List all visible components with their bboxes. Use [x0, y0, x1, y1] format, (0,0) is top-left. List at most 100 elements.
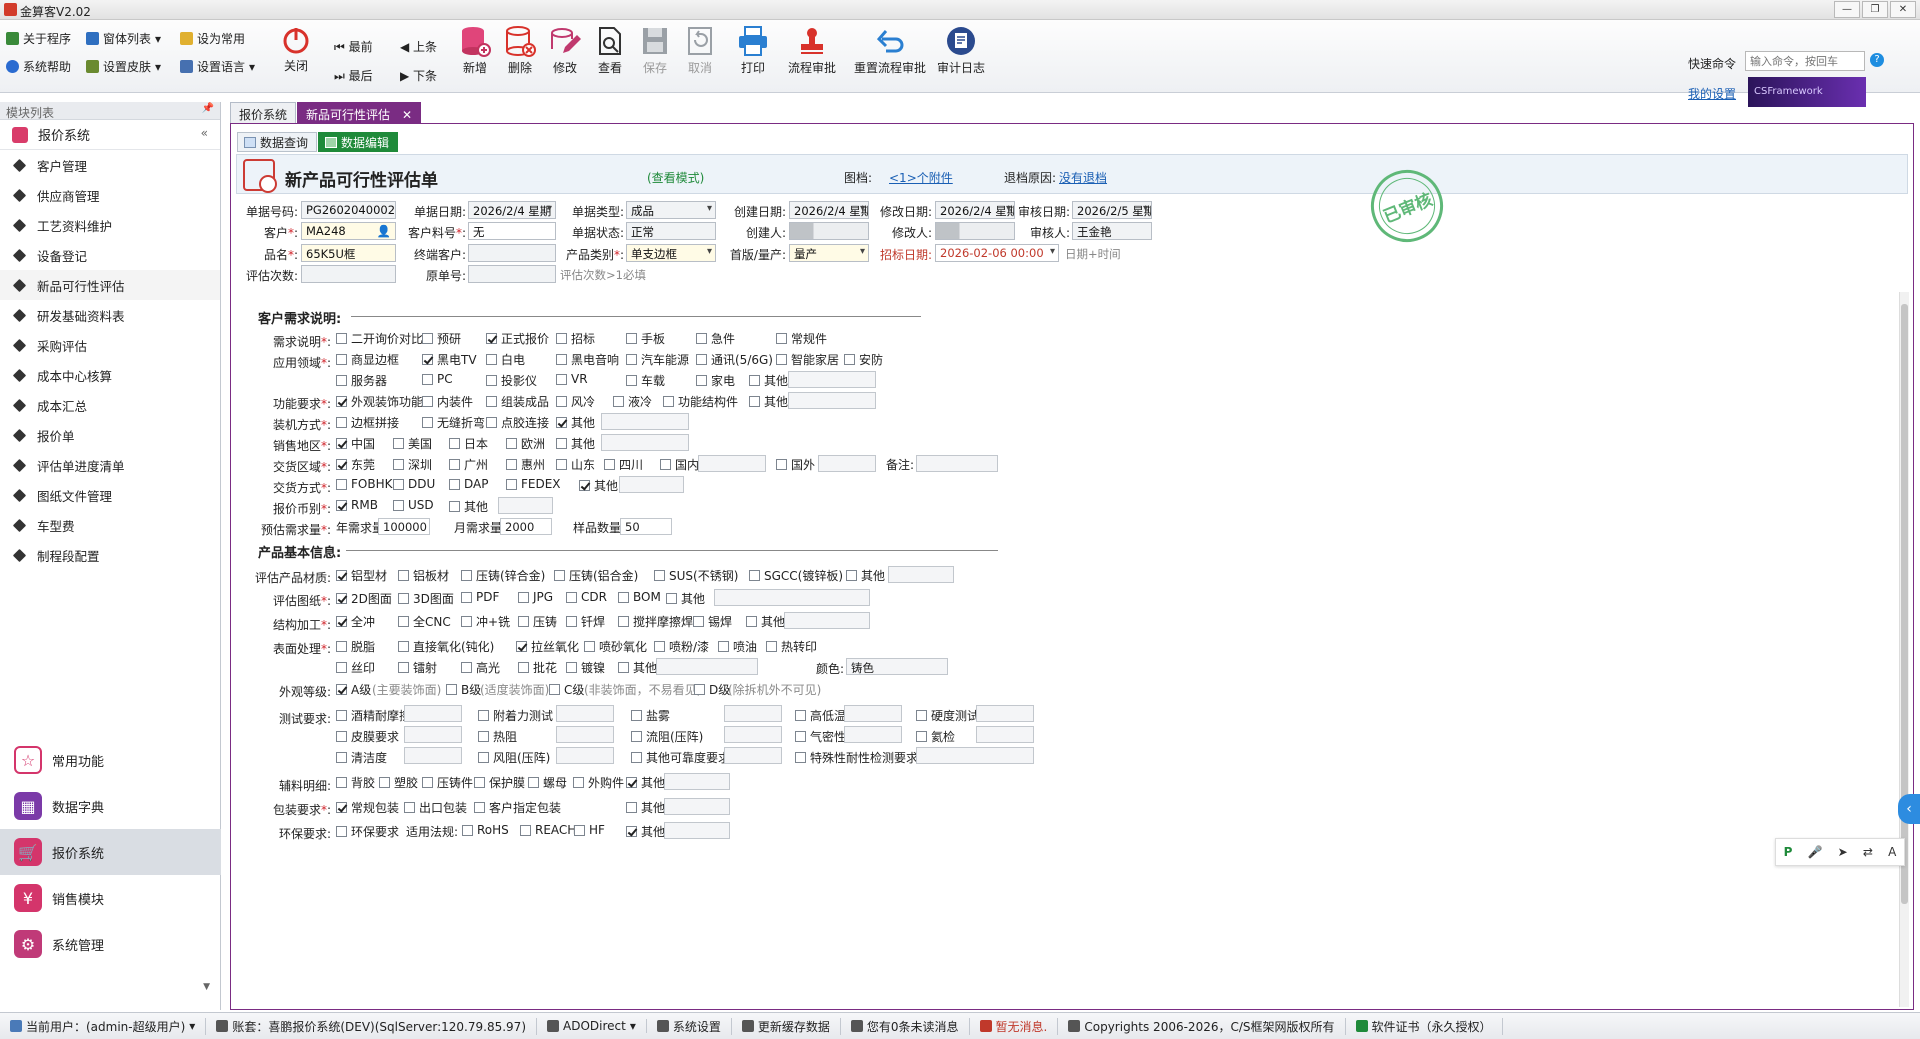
- language-menu[interactable]: 设置语言 ▾: [180, 58, 255, 75]
- checkbox[interactable]: 欧洲: [506, 435, 545, 452]
- checkbox[interactable]: 2D图面: [336, 590, 392, 607]
- checkbox[interactable]: BOM: [618, 590, 661, 604]
- checkbox-box[interactable]: [422, 396, 433, 407]
- checkbox[interactable]: C级: [549, 681, 584, 698]
- checkbox-box[interactable]: [749, 570, 760, 581]
- checkbox[interactable]: 车载: [626, 372, 665, 389]
- tab-data-query[interactable]: 数据查询: [237, 132, 318, 152]
- status-settings[interactable]: 系统设置: [647, 1017, 732, 1035]
- checkbox-box[interactable]: [336, 499, 347, 511]
- checkbox[interactable]: CDR: [566, 590, 607, 604]
- checkbox-box[interactable]: [626, 826, 637, 837]
- checkbox[interactable]: 背胶: [336, 774, 375, 791]
- text-input[interactable]: [724, 747, 782, 764]
- close-window-button[interactable]: ✕: [1890, 1, 1916, 18]
- checkbox[interactable]: 气密性: [795, 728, 846, 745]
- checkbox-box[interactable]: [462, 824, 473, 836]
- checkbox-box[interactable]: [336, 752, 347, 763]
- modifier-field[interactable]: [935, 222, 1015, 240]
- checkbox-box[interactable]: [336, 478, 347, 490]
- checkbox[interactable]: 其他: [556, 435, 595, 452]
- checkbox-box[interactable]: [696, 333, 707, 344]
- checkbox-box[interactable]: [486, 354, 497, 365]
- sidebar-item[interactable]: 车型费: [0, 510, 220, 540]
- batch-field[interactable]: 量产: [789, 244, 869, 262]
- flow-approve-button[interactable]: 流程审批: [782, 25, 842, 87]
- checkbox-box[interactable]: [516, 641, 527, 652]
- checkbox-box[interactable]: [631, 710, 642, 721]
- checkbox-box[interactable]: [746, 616, 757, 627]
- checkbox-box[interactable]: [422, 333, 433, 344]
- checkbox-box[interactable]: [528, 777, 539, 788]
- checkbox[interactable]: 保护膜: [474, 774, 525, 791]
- checkbox[interactable]: 二开询价对比: [336, 330, 423, 347]
- tab-data-edit[interactable]: 数据编辑: [318, 132, 399, 152]
- checkbox[interactable]: 投影仪: [486, 372, 537, 389]
- text-input[interactable]: [916, 455, 998, 472]
- checkbox[interactable]: 热阻: [478, 728, 517, 745]
- checkbox-box[interactable]: [506, 438, 517, 449]
- checkbox-box[interactable]: [694, 684, 705, 695]
- checkbox[interactable]: HF: [574, 823, 605, 837]
- checkbox[interactable]: 外购件: [573, 774, 624, 791]
- checkbox-box[interactable]: [518, 662, 529, 673]
- checkbox[interactable]: 其他: [666, 590, 705, 607]
- checkbox-box[interactable]: [393, 459, 404, 470]
- checkbox[interactable]: 边框拼接: [336, 414, 399, 431]
- restore-button[interactable]: ❐: [1862, 1, 1888, 18]
- checkbox[interactable]: 塑胶: [379, 774, 418, 791]
- checkbox[interactable]: 常规件: [776, 330, 827, 347]
- checkbox-box[interactable]: [696, 375, 707, 386]
- checkbox[interactable]: FEDEX: [506, 477, 561, 491]
- checkbox[interactable]: 国外: [776, 456, 815, 473]
- text-input[interactable]: [664, 798, 730, 815]
- checkbox[interactable]: 国内: [660, 456, 699, 473]
- checkbox[interactable]: RMB: [336, 498, 378, 512]
- checkbox-box[interactable]: [336, 438, 347, 449]
- checkbox[interactable]: 全冲: [336, 613, 375, 630]
- checkbox[interactable]: 其他: [749, 393, 788, 410]
- eval-count-field[interactable]: [301, 265, 396, 283]
- checkbox-box[interactable]: [618, 591, 629, 603]
- text-input[interactable]: [788, 392, 876, 409]
- checkbox[interactable]: 山东: [556, 456, 595, 473]
- text-input[interactable]: [976, 705, 1034, 722]
- checkbox[interactable]: PDF: [461, 590, 499, 604]
- nav-system[interactable]: ⚙ 系统管理: [0, 921, 221, 967]
- reset-flow-button[interactable]: 重置流程审批: [852, 25, 928, 87]
- checkbox[interactable]: 美国: [393, 435, 432, 452]
- checkbox[interactable]: 其他: [626, 799, 665, 816]
- sidebar-group-quote[interactable]: 报价系统 «: [0, 120, 220, 150]
- close-tab-icon[interactable]: ✕: [402, 108, 412, 122]
- pinyin-icon[interactable]: P: [1784, 845, 1793, 859]
- checkbox-box[interactable]: [584, 641, 595, 652]
- return-reason-link[interactable]: 没有退档: [1059, 169, 1107, 186]
- checkbox[interactable]: 热转印: [766, 638, 817, 655]
- checkbox[interactable]: 通讯(5/6G): [696, 351, 773, 368]
- nav-common[interactable]: ☆ 常用功能: [0, 737, 221, 783]
- nav-dictionary[interactable]: ▦ 数据字典: [0, 783, 221, 829]
- attachment-link[interactable]: <1>个附件: [889, 169, 953, 186]
- text-input[interactable]: [916, 747, 1034, 764]
- help-circle-icon[interactable]: ?: [1870, 53, 1884, 67]
- nav-sales[interactable]: ¥ 销售模块: [0, 875, 221, 921]
- checkbox-box[interactable]: [336, 333, 347, 344]
- ai-icon[interactable]: A: [1888, 845, 1896, 859]
- sidebar-item[interactable]: 评估单进度清单: [0, 450, 220, 480]
- doc-no-field[interactable]: PG2602040002: [301, 201, 396, 219]
- text-input[interactable]: [404, 726, 462, 743]
- my-settings-link[interactable]: 我的设置: [1688, 85, 1736, 102]
- text-input[interactable]: [976, 726, 1034, 743]
- sidebar-item[interactable]: 设备登记: [0, 240, 220, 270]
- checkbox[interactable]: RoHS: [462, 823, 509, 837]
- checkbox[interactable]: 内装件: [422, 393, 473, 410]
- checkbox-box[interactable]: [478, 710, 489, 721]
- checkbox-box[interactable]: [506, 459, 517, 470]
- sidebar-item[interactable]: 客户管理: [0, 150, 220, 180]
- checkbox[interactable]: 智能家居: [776, 351, 839, 368]
- checkbox-box[interactable]: [446, 684, 457, 695]
- checkbox[interactable]: 正式报价: [486, 330, 549, 347]
- checkbox[interactable]: B级: [446, 681, 481, 698]
- checkbox[interactable]: 压铸: [518, 613, 557, 630]
- sidebar-item[interactable]: 图纸文件管理: [0, 480, 220, 510]
